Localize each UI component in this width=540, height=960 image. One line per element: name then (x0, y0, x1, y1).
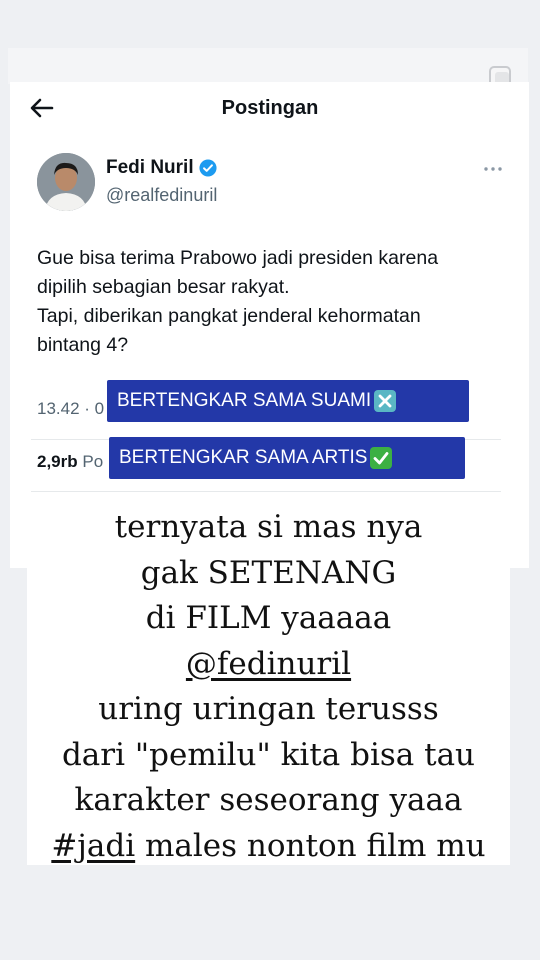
screenshot-top-strip (8, 48, 528, 84)
overlay-label-text: BERTENGKAR SAMA ARTIS (119, 447, 368, 468)
overlay-label-artis: BERTENGKAR SAMA ARTIS (109, 437, 465, 479)
caption-line-rest: males nonton film mu (135, 827, 486, 864)
page-title: Postingan (221, 97, 319, 119)
tweet-body: Gue bisa terima Prabowo jadi presiden ka… (37, 244, 507, 360)
cross-mark-icon (374, 390, 397, 412)
more-options-icon[interactable] (483, 162, 503, 176)
author-name-row: Fedi Nuril (106, 157, 217, 179)
tweet-line: bintang 4? (37, 334, 129, 356)
tweet-line: Tapi, diberikan pangkat jenderal kehorma… (37, 305, 421, 327)
caption-mention[interactable]: @fedinuril (27, 642, 510, 688)
caption-line: uring uringan terusss (98, 691, 439, 727)
author-display-name[interactable]: Fedi Nuril (106, 157, 194, 179)
check-mark-icon (370, 447, 393, 469)
stats-label-fragment: Po (77, 452, 104, 471)
tweet-line: dipilih sebagian besar rakyat. (37, 276, 290, 298)
caption-line: ternyata si mas nya (114, 509, 423, 545)
overlay-label-suami: BERTENGKAR SAMA SUAMI (107, 380, 469, 422)
caption-line: karakter seseorang yaaa (74, 782, 463, 818)
caption-hashtag[interactable]: #jadi (51, 828, 135, 864)
author-handle[interactable]: @realfedinuril (106, 185, 217, 206)
stats-count: 2,9rb (37, 452, 78, 471)
avatar[interactable] (37, 153, 95, 211)
overlay-label-text: BERTENGKAR SAMA SUAMI (117, 390, 372, 411)
caption-line: dari "pemilu" kita bisa tau (61, 736, 476, 773)
caption-line: di FILM yaaaaa (145, 600, 392, 636)
story-caption: ternyata si mas nya gak SETENANG di FILM… (27, 505, 510, 869)
caption-line: gak SETENANG (140, 554, 397, 591)
divider (31, 491, 501, 492)
caption-line: #jadi males nonton film mu (27, 824, 510, 870)
verified-badge-icon (199, 159, 217, 177)
tweet-stats[interactable]: 2,9rb Po (37, 452, 103, 472)
tweet-timestamp: 13.42 · 0 (37, 399, 105, 418)
tweet-line: Gue bisa terima Prabowo jadi presiden ka… (37, 247, 439, 269)
